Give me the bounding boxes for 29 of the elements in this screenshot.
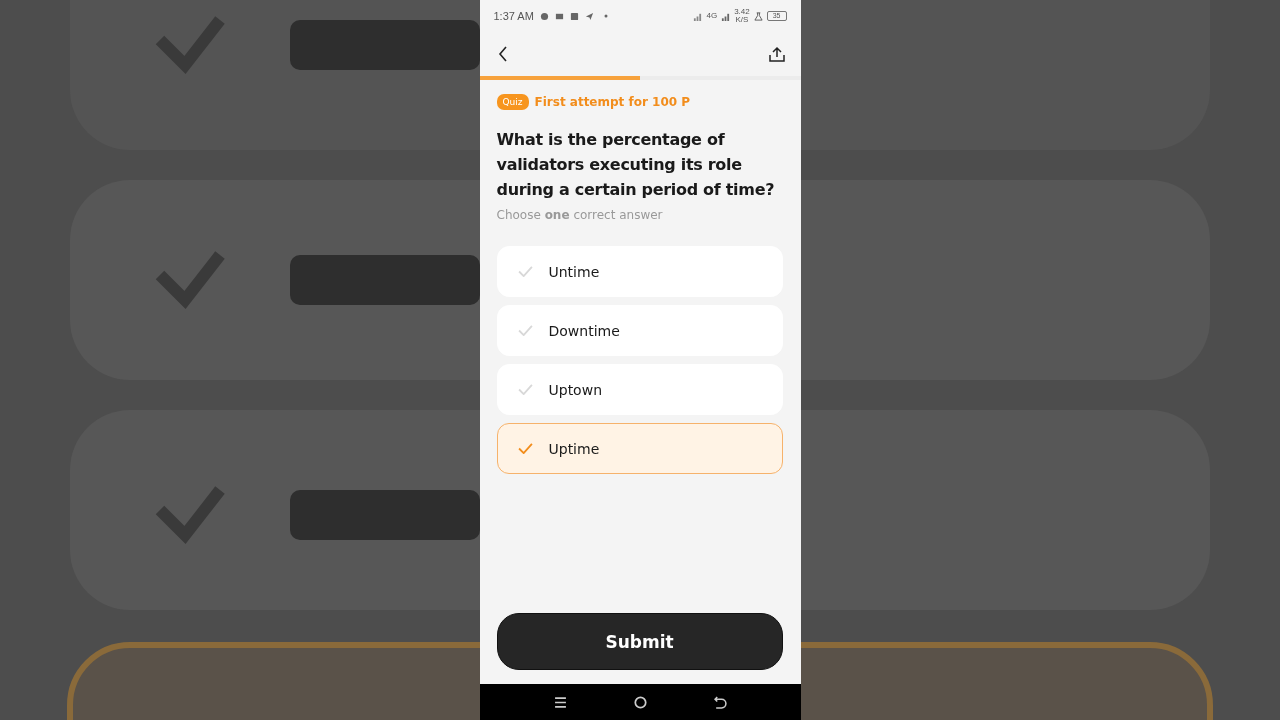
hint-text: Choose one correct answer — [496, 208, 664, 222]
signal-icon — [721, 11, 731, 21]
answer-option[interactable]: Downtime — [496, 305, 783, 356]
check-icon — [517, 266, 533, 277]
menu-icon[interactable] — [553, 695, 567, 709]
square-icon — [569, 11, 579, 21]
answer-option[interactable]: Uptown — [496, 364, 783, 415]
send-icon — [584, 11, 594, 21]
network-label: 4G — [706, 12, 718, 20]
quiz-badge: Quiz — [496, 94, 529, 110]
speed-unit: K/S — [735, 16, 749, 24]
answer-option[interactable]: Untime — [496, 246, 783, 297]
status-time: 1:37 AM — [493, 10, 534, 22]
camera-icon — [554, 11, 564, 21]
check-icon — [517, 443, 533, 454]
flask-icon — [753, 11, 763, 21]
reward-text: First attempt for 100 P — [534, 95, 691, 109]
submit-button[interactable]: Submit — [496, 613, 783, 670]
dot-icon — [603, 14, 608, 18]
back-icon[interactable] — [713, 695, 727, 709]
home-icon[interactable] — [633, 695, 647, 709]
share-button[interactable] — [766, 44, 787, 64]
speed-value: 3.42 — [734, 8, 750, 16]
question-text: What is the percentage of validators executing its role during a certain period of time? — [496, 129, 776, 201]
check-icon — [517, 325, 533, 336]
app-icon — [539, 11, 549, 21]
answer-option[interactable]: Uptime — [496, 423, 783, 474]
signal-icon — [693, 11, 703, 21]
check-icon — [517, 384, 533, 395]
